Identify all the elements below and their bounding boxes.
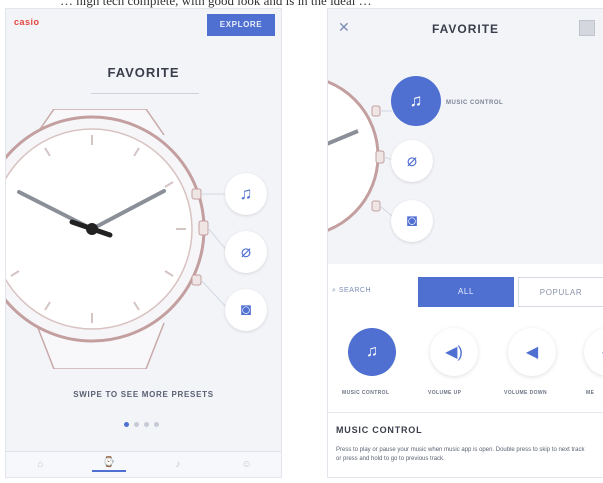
phone-favorite-screen: casio EXPLORE FAVORITE ♫ ⌀ ◙ SWIPE TO SE… (5, 8, 282, 478)
music-note-icon: ♫ (366, 343, 378, 360)
watch-icon: ⌚ (102, 457, 116, 468)
action-label: VOLUME UP (428, 390, 462, 396)
title-divider (91, 93, 199, 94)
slot-music-button[interactable]: ♫ (391, 76, 441, 126)
bottom-nav: ⌂ ⌚ ♪ ☺ (6, 451, 281, 477)
watch-face-partial (328, 80, 399, 232)
tab-all[interactable]: ALL (418, 277, 514, 307)
camera-icon: ◙ (240, 300, 252, 319)
action-music-control[interactable]: ♫ (348, 328, 396, 376)
action-label: MUSIC CONTROL (342, 390, 390, 396)
nav-profile[interactable]: ☺ (212, 452, 281, 477)
favorite-music-button[interactable]: ♫ (225, 173, 267, 215)
bell-icon: ♪ (175, 459, 181, 470)
nav-watch[interactable]: ⌚ (75, 452, 144, 477)
phone-favorite-edit-screen: ✕ FAVORITE ♫ MUSIC CONTROL ⌀ ◙ ⌕ SEARCH … (327, 8, 603, 478)
page-dot (124, 422, 129, 427)
paperclip-icon: ⌀ (240, 242, 252, 261)
selected-slot-label: MUSIC CONTROL (446, 100, 504, 106)
music-note-icon: ♫ (239, 184, 253, 203)
page-indicator (124, 422, 159, 427)
action-label: VOLUME DOWN (504, 390, 548, 396)
page-dot (154, 422, 159, 427)
divider (328, 412, 603, 413)
profile-icon: ☺ (241, 459, 252, 470)
page-title: FAVORITE (431, 22, 500, 36)
swipe-hint: SWIPE TO SEE MORE PRESETS (73, 390, 214, 399)
search-label: SEARCH (338, 287, 372, 294)
volume-down-icon: ◀ (525, 344, 539, 361)
action-volume-up[interactable]: ◀) (430, 328, 478, 376)
music-note-icon: ♫ (409, 91, 423, 110)
brand-logo: casio (14, 17, 40, 27)
favorite-link-button[interactable]: ⌀ (225, 231, 267, 273)
search-icon: ⌕ (332, 287, 339, 294)
nav-home[interactable]: ⌂ (6, 452, 75, 477)
page-dot (134, 422, 139, 427)
preset-panel: ⌕ SEARCH ALL POPULAR ♫ ◀) ◀ ◀ MUSIC CONT… (328, 264, 603, 477)
menu-icon[interactable] (579, 20, 595, 36)
action-volume-down[interactable]: ◀ (508, 328, 556, 376)
section-description: Press to play or pause your music when m… (336, 447, 585, 462)
slot-link-button[interactable]: ⌀ (391, 140, 433, 182)
slot-camera-button[interactable]: ◙ (391, 200, 433, 242)
paperclip-icon: ⌀ (406, 151, 418, 170)
action-partial[interactable]: ◀ (584, 328, 603, 376)
favorite-camera-button[interactable]: ◙ (225, 289, 267, 331)
nav-notifications[interactable]: ♪ (144, 452, 213, 477)
page-title: FAVORITE (107, 65, 180, 80)
section-title: MUSIC CONTROL (336, 425, 423, 435)
page-dot (144, 422, 149, 427)
active-indicator (92, 470, 127, 472)
volume-up-icon: ◀) (445, 344, 463, 361)
top-bar: casio EXPLORE (6, 9, 281, 45)
home-icon: ⌂ (37, 459, 44, 470)
top-bar: ✕ FAVORITE (328, 9, 603, 49)
search-button[interactable]: ⌕ SEARCH (332, 287, 371, 295)
tab-popular[interactable]: POPULAR (518, 277, 603, 307)
explore-button[interactable]: EXPLORE (207, 14, 275, 36)
camera-icon: ◙ (406, 211, 418, 230)
action-label: ME (586, 390, 595, 396)
